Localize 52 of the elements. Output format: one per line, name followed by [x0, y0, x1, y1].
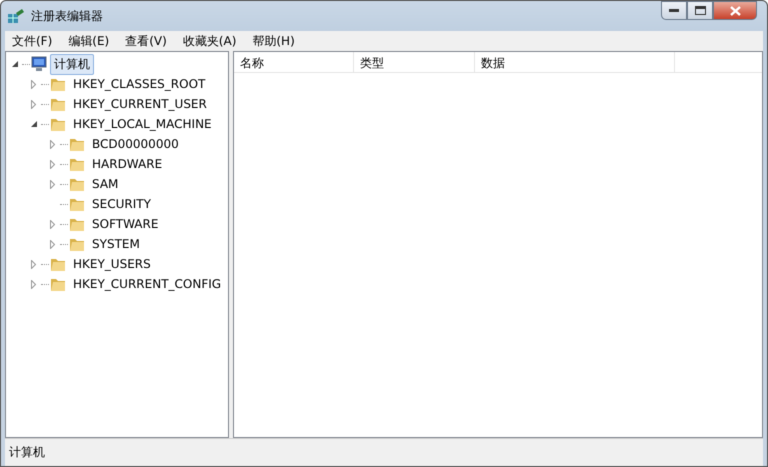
tree-item[interactable]: HKEY_CLASSES_ROOT — [69, 75, 210, 93]
expand-arrow-icon[interactable] — [30, 280, 37, 288]
computer-icon — [31, 56, 47, 72]
expand-arrow-icon[interactable] — [30, 80, 37, 88]
tree-item[interactable]: HKEY_LOCAL_MACHINE — [69, 115, 216, 133]
app-icon — [7, 8, 25, 24]
window-title: 注册表编辑器 — [31, 8, 104, 24]
tree-item[interactable]: HKEY_CURRENT_USER — [69, 95, 211, 113]
close-button[interactable] — [713, 1, 757, 20]
column-header[interactable]: 数据 — [475, 52, 675, 72]
expand-arrow-icon[interactable] — [49, 180, 56, 188]
column-header[interactable]: 名称 — [234, 52, 354, 72]
expand-arrow-icon[interactable] — [49, 140, 56, 148]
menu-item[interactable]: 文件(F) — [5, 32, 60, 50]
folder-icon — [69, 196, 85, 212]
tree-item[interactable]: SAM — [88, 175, 122, 193]
folder-icon — [69, 176, 85, 192]
menu-item[interactable]: 收藏夹(A) — [176, 32, 244, 50]
status-text: 计算机 — [9, 444, 45, 461]
menu-item[interactable]: 编辑(E) — [61, 32, 116, 50]
close-icon — [730, 6, 740, 16]
expand-arrow-icon[interactable] — [49, 240, 56, 248]
expand-arrow-icon[interactable] — [49, 160, 56, 168]
expand-arrow-icon[interactable] — [30, 100, 37, 108]
column-header[interactable]: 类型 — [354, 52, 475, 72]
minimize-button[interactable] — [661, 1, 687, 20]
menu-item[interactable]: 查看(V) — [118, 32, 174, 50]
folder-icon — [50, 96, 66, 112]
maximize-button[interactable] — [687, 1, 713, 20]
folder-icon — [69, 236, 85, 252]
menu-item[interactable]: 帮助(H) — [245, 32, 302, 50]
folder-icon — [50, 116, 66, 132]
folder-icon — [50, 276, 66, 292]
tree-item[interactable]: SYSTEM — [88, 235, 144, 253]
folder-icon — [69, 136, 85, 152]
expand-arrow-icon[interactable] — [30, 260, 37, 268]
collapse-arrow-icon[interactable] — [10, 60, 18, 68]
tree-item[interactable]: 计算机 — [50, 54, 94, 74]
folder-icon — [69, 156, 85, 172]
tree-item[interactable]: BCD00000000 — [88, 135, 183, 153]
folder-icon — [50, 76, 66, 92]
expand-arrow-icon[interactable] — [49, 220, 56, 228]
tree-item[interactable]: HKEY_CURRENT_CONFIG — [69, 275, 226, 293]
maximize-icon — [694, 6, 706, 15]
folder-icon — [69, 216, 85, 232]
collapse-arrow-icon[interactable] — [30, 120, 38, 128]
tree-item[interactable]: SOFTWARE — [88, 215, 162, 233]
tree-item[interactable]: HARDWARE — [88, 155, 166, 173]
tree-item[interactable]: SECURITY — [88, 195, 155, 213]
folder-icon — [50, 256, 66, 272]
minimize-icon — [669, 8, 679, 12]
tree-item[interactable]: HKEY_USERS — [69, 255, 155, 273]
